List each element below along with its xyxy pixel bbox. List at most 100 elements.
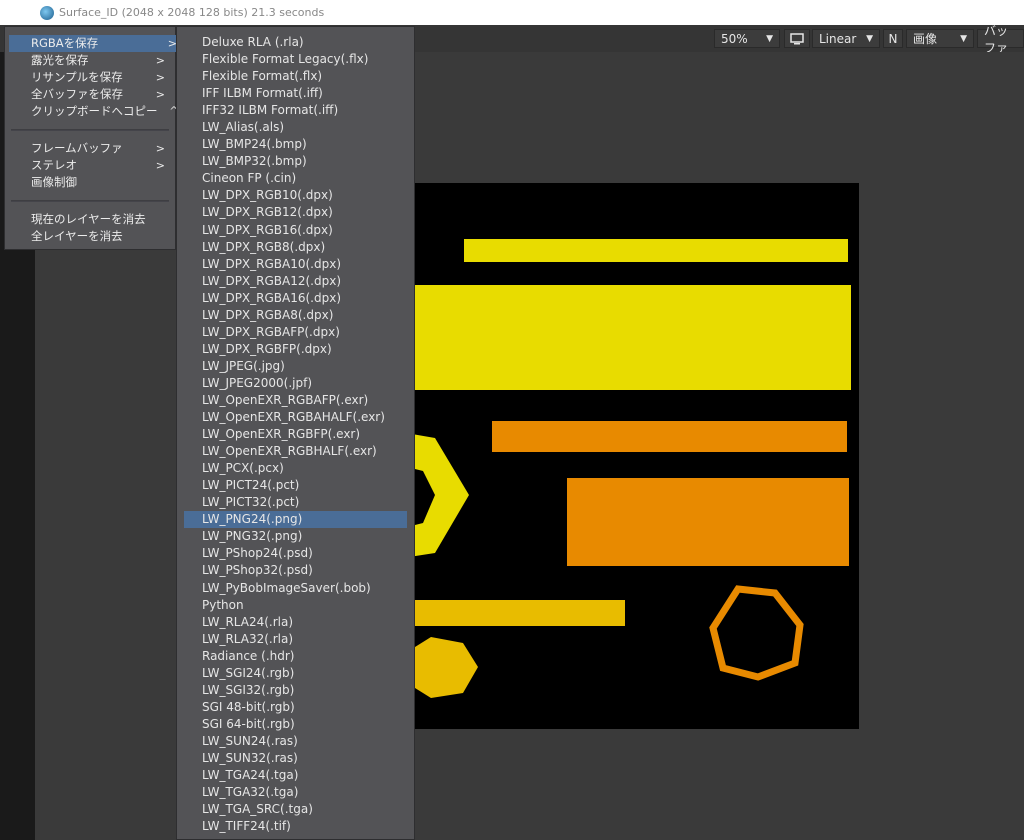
menu-item-clear-current-layer[interactable]: 現在のレイヤーを消去 [5,211,175,228]
format-menu-item[interactable]: SGI 64-bit(.rgb) [177,716,414,733]
format-menu-item[interactable]: LW_DPX_RGB10(.dpx) [177,187,414,204]
menu-item-save-rgba[interactable]: RGBAを保存 > [9,35,187,52]
format-menu-item[interactable]: IFF32 ILBM Format(.iff) [177,102,414,119]
format-menu-item[interactable]: LW_OpenEXR_RGBAHALF(.exr) [177,409,414,426]
format-menu-item[interactable]: LW_OpenEXR_RGBFP(.exr) [177,426,414,443]
format-menu-item[interactable]: LW_PShop32(.psd) [177,562,414,579]
format-menu-item[interactable]: LW_PShop24(.psd) [177,545,414,562]
format-menu-item[interactable]: Flexible Format Legacy(.flx) [177,51,414,68]
window-title: Surface_ID (2048 x 2048 128 bits) 21.3 s… [59,6,325,19]
format-menu-item[interactable]: LW_BMP32(.bmp) [177,153,414,170]
format-menu-item[interactable]: LW_TIFF24(.tif) [177,818,414,835]
monitor-button[interactable] [784,29,810,48]
menu-item-label: リサンプルを保存 [31,70,123,84]
gold-octagon [415,637,478,698]
format-menu-item[interactable]: LW_BMP24(.bmp) [177,136,414,153]
format-menu-item[interactable]: LW_PICT32(.pct) [177,494,414,511]
format-menu-item[interactable]: LW_JPEG2000(.jpf) [177,375,414,392]
format-menu-item[interactable]: Cineon FP (.cin) [177,170,414,187]
format-menu-item[interactable]: LW_PCX(.pcx) [177,460,414,477]
yellow-block [383,285,851,390]
orange-block [567,478,849,566]
format-menu-item[interactable]: LW_DPX_RGB12(.dpx) [177,204,414,221]
format-menu-item[interactable]: LW_RLA32(.rla) [177,631,414,648]
format-menu-item[interactable]: LW_TGA24(.tga) [177,767,414,784]
colorspace-value: Linear [819,31,857,46]
menu-item-save-exposure[interactable]: 露光を保存 > [5,52,175,69]
format-menu-item[interactable]: LW_SGI32(.rgb) [177,682,414,699]
yellow-bar-top [464,239,848,262]
format-menu-item[interactable]: LW_DPX_RGBA8(.dpx) [177,307,414,324]
orange-bar [492,421,847,452]
menu-item-label: 全レイヤーを消去 [31,229,123,243]
format-menu-item[interactable]: LW_PNG24(.png) [184,511,407,529]
chevron-right-icon: > [155,159,165,172]
format-menu-item[interactable]: SGI 48-bit(.rgb) [177,699,414,716]
render-image [383,239,851,698]
menu-item-label: クリップボードへコピー [31,104,158,118]
app-icon [40,5,54,20]
menu-item-label: 現在のレイヤーを消去 [31,212,146,226]
format-menu-item[interactable]: LW_OpenEXR_RGBHALF(.exr) [177,443,414,460]
format-menu-item[interactable]: LW_DPX_RGBFP(.dpx) [177,341,414,358]
format-menu-item[interactable]: LW_Alias(.als) [177,119,414,136]
title-bar: Surface_ID (2048 x 2048 128 bits) 21.3 s… [0,0,1024,25]
menu-item-label: フレームバッファ [31,141,123,155]
format-menu-item[interactable]: LW_SUN32(.ras) [177,750,414,767]
menu-item-label: 画像制御 [31,175,77,189]
format-menu-item[interactable]: LW_JPEG(.jpg) [177,358,414,375]
format-menu-item[interactable]: Flexible Format(.flx) [177,68,414,85]
n-label: N [888,31,898,46]
format-menu-item[interactable]: LW_PyBobImageSaver(.bob) [177,580,414,597]
chevron-down-icon: ▼ [766,33,773,44]
format-menu-item[interactable]: Python [177,597,414,614]
format-menu-item[interactable]: LW_SUN24(.ras) [177,733,414,750]
format-menu-item[interactable]: LW_RLA24(.rla) [177,614,414,631]
menu-item-label: RGBAを保存 [31,36,99,50]
chevron-down-icon: ▼ [866,33,873,44]
buffer-button[interactable]: バッファ [977,24,1024,55]
format-menu-item[interactable]: Deluxe RLA (.rla) [177,34,414,51]
format-menu-item[interactable]: LW_PNG32(.png) [177,528,414,545]
menu-item-label: 全バッファを保存 [31,87,123,101]
format-menu-item[interactable]: LW_PICT24(.pct) [177,477,414,494]
format-menu-item[interactable]: LW_DPX_RGB8(.dpx) [177,239,414,256]
menu-item-label: 露光を保存 [31,53,89,67]
monitor-icon [790,32,804,44]
format-menu-item[interactable]: LW_TGA32(.tga) [177,784,414,801]
image-value: 画像 [913,32,938,46]
context-menu: RGBAを保存 > 露光を保存 > リサンプルを保存 > 全バッファを保存 > … [4,26,187,250]
menu-item-save-all-buffers[interactable]: 全バッファを保存 > [5,86,175,103]
gold-bar [383,600,625,626]
format-menu-item[interactable]: LW_DPX_RGB16(.dpx) [177,222,414,239]
menu-item-framebuffer[interactable]: フレームバッファ > [5,140,175,157]
format-menu-item[interactable]: LW_OpenEXR_RGBAFP(.exr) [177,392,414,409]
format-menu-item[interactable]: LW_DPX_RGBA12(.dpx) [177,273,414,290]
colorspace-dropdown[interactable]: Linear ▼ [812,29,880,48]
chevron-right-icon: > [155,54,165,67]
format-menu-item[interactable]: Radiance (.hdr) [177,648,414,665]
format-menu-item[interactable]: LW_DPX_RGBAFP(.dpx) [177,324,414,341]
format-menu-item[interactable]: LW_DPX_RGBA16(.dpx) [177,290,414,307]
buffer-label: バッファ [984,23,1009,55]
zoom-dropdown[interactable]: 50% ▼ [714,29,780,48]
chevron-down-icon: ▼ [960,33,967,44]
menu-item-label: ステレオ [31,158,77,172]
chevron-right-icon: > [155,88,165,101]
menu-separator [11,200,169,202]
render-canvas [383,183,859,729]
chevron-right-icon: > [155,71,165,84]
format-submenu: Deluxe RLA (.rla) Flexible Format Legacy(… [176,26,415,840]
format-menu-item[interactable]: LW_TGA_SRC(.tga) [177,801,414,818]
format-menu-item[interactable]: IFF ILBM Format(.iff) [177,85,414,102]
menu-item-image-control[interactable]: 画像制御 [5,174,175,191]
menu-item-save-resample[interactable]: リサンプルを保存 > [5,69,175,86]
n-button[interactable]: N [883,29,903,48]
format-menu-item[interactable]: LW_SGI24(.rgb) [177,665,414,682]
menu-item-stereo[interactable]: ステレオ > [5,157,175,174]
format-menu-item[interactable]: LW_DPX_RGBA10(.dpx) [177,256,414,273]
menu-item-copy-clipboard[interactable]: クリップボードへコピー ^C [5,103,187,120]
menu-item-clear-all-layers[interactable]: 全レイヤーを消去 [5,228,175,245]
image-dropdown[interactable]: 画像 ▼ [906,29,974,48]
zoom-value: 50% [721,31,748,46]
